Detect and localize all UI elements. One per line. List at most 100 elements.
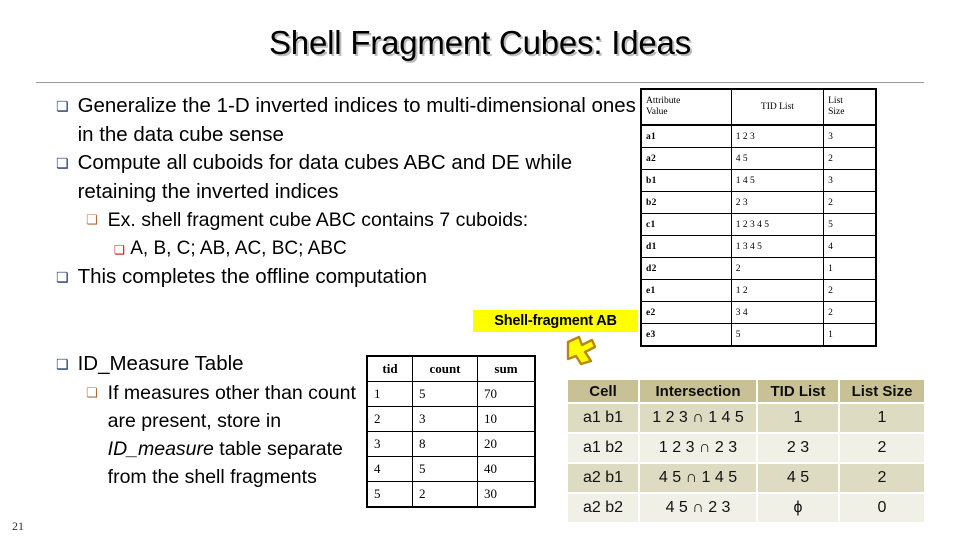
- bullet-marker-icon: ❏: [86, 213, 98, 228]
- id-measure-table: tid count sum 1 5 70 2 3 10 3 8 20 4 5 4…: [366, 355, 536, 508]
- down-arrow-icon: [566, 335, 597, 366]
- table-row: d2 2 1: [640, 257, 877, 280]
- cell-attribute-value: e3: [640, 323, 732, 347]
- page-number: 21: [12, 519, 24, 533]
- cell-tid: 3: [366, 431, 413, 457]
- cell-count: 8: [411, 431, 478, 457]
- bullet-text: If measures other than count are present…: [108, 379, 376, 491]
- cell-list-size: 3: [823, 169, 877, 192]
- cell-sum: 30: [476, 481, 536, 508]
- cell-tid-list: ϕ: [758, 494, 838, 522]
- cell-attribute-value: e1: [640, 279, 732, 302]
- bullet-text: Compute all cuboids for data cubes ABC a…: [77, 151, 573, 203]
- table-header: tid count sum: [366, 355, 536, 382]
- cell-count: 5: [411, 381, 478, 407]
- bullet-item: ❏ If measures other than count are prese…: [36, 379, 376, 491]
- cell-count: 3: [411, 406, 478, 432]
- header-line: Value: [646, 107, 668, 117]
- cell-intersection: 1 2 3 ∩ 2 3: [640, 434, 756, 462]
- table-header-row: tid count sum: [366, 355, 536, 382]
- cell-tid-list: 4 5: [758, 464, 838, 492]
- table-row: e2 3 4 2: [640, 301, 877, 324]
- cell-tid-list: 3 4: [730, 301, 825, 324]
- table-row: a1 b2 1 2 3 ∩ 2 3 2 3 2: [568, 434, 924, 462]
- bullet-text: This completes the offline computation: [77, 265, 428, 288]
- table-row: a2 4 5 2: [640, 147, 877, 170]
- table-header-row: Attribute Value TID List List Size: [640, 88, 877, 126]
- table-header-row: Cell Intersection TID List List Size: [568, 380, 924, 402]
- column-header-count: count: [411, 355, 478, 382]
- cell-tid: 2: [366, 406, 413, 432]
- bullet-text: A, B, C; AB, AC, BC; ABC: [130, 237, 347, 259]
- cell-attribute-value: b2: [640, 191, 732, 214]
- cell-intersection-table: Cell Intersection TID List List Size a1 …: [566, 378, 926, 524]
- bullet-item: ❏ ID_Measure Table: [36, 350, 376, 379]
- bullet-text: ID_Measure Table: [77, 352, 244, 375]
- table-body: 1 5 70 2 3 10 3 8 20 4 5 40 5 2 30: [366, 381, 536, 508]
- cell-count: 2: [411, 481, 478, 508]
- shell-fragment-callout-label: Shell-fragment AB: [473, 310, 638, 332]
- attribute-tid-table: Attribute Value TID List List Size a1 1 …: [640, 88, 877, 347]
- cell-attribute-value: e2: [640, 301, 732, 324]
- table-row: e1 1 2 2: [640, 279, 877, 302]
- cell-tid-list: 1 2 3: [730, 124, 825, 148]
- cell-attribute-value: a2: [640, 147, 732, 170]
- bullet-text-part: If measures other than count are present…: [107, 381, 356, 432]
- table-row: c1 1 2 3 4 5 5: [640, 213, 877, 236]
- slide-canvas: Shell Fragment Cubes: Ideas ❏ Generalize…: [0, 0, 960, 540]
- cell-tid: 4: [366, 456, 413, 482]
- table-row: 3 8 20: [366, 431, 536, 457]
- cell-tid-list: 1 2: [730, 279, 825, 302]
- bullet-marker-icon: ❏: [56, 156, 69, 172]
- cell-list-size: 2: [840, 464, 924, 492]
- bullet-marker-icon: ❏: [56, 99, 69, 115]
- table-body: a1 b1 1 2 3 ∩ 1 4 5 1 1 a1 b2 1 2 3 ∩ 2 …: [568, 404, 924, 522]
- table-header: Cell Intersection TID List List Size: [568, 380, 924, 402]
- cell-list-size: 2: [823, 147, 877, 170]
- cell-attribute-value: b1: [640, 169, 732, 192]
- cell-tid: 5: [366, 481, 413, 508]
- cell-tid-list: 1 2 3 4 5: [730, 213, 825, 236]
- bullet-item: ❏ Compute all cuboids for data cubes ABC…: [36, 149, 636, 206]
- table-row: a2 b1 4 5 ∩ 1 4 5 4 5 2: [568, 464, 924, 492]
- header-line: Attribute: [646, 95, 681, 106]
- cell-intersection: 4 5 ∩ 2 3: [640, 494, 756, 522]
- table-row: b2 2 3 2: [640, 191, 877, 214]
- cell-tid-list: 1: [758, 404, 838, 432]
- cell-list-size: 0: [840, 494, 924, 522]
- column-header-list-size: List Size: [840, 380, 924, 402]
- cell-tid-list: 1 3 4 5: [730, 235, 825, 258]
- cell-tid-list: 2: [730, 257, 825, 280]
- cell-attribute-value: d1: [640, 235, 732, 258]
- table-row: a2 b2 4 5 ∩ 2 3 ϕ 0: [568, 494, 924, 522]
- bullet-item: ❏ Generalize the 1-D inverted indices to…: [36, 92, 636, 149]
- cell-tid-list: 2 3: [758, 434, 838, 462]
- column-header-tid: tid: [366, 355, 413, 382]
- cell-tid-list: 1 4 5: [730, 169, 825, 192]
- cell-sum: 70: [476, 381, 536, 407]
- bullet-marker-icon: ❏: [114, 241, 126, 257]
- bullet-list-lower: ❏ ID_Measure Table ❏ If measures other t…: [36, 350, 376, 491]
- cell-name: a1 b1: [568, 404, 638, 432]
- column-header-list-size: List Size: [823, 88, 877, 126]
- bullet-text-italic: ID_measure: [107, 437, 214, 460]
- table-row: d1 1 3 4 5 4: [640, 235, 877, 258]
- table-row: b1 1 4 5 3: [640, 169, 877, 192]
- cell-name: a2 b2: [568, 494, 638, 522]
- cell-list-size: 1: [840, 404, 924, 432]
- cell-list-size: 1: [823, 323, 877, 347]
- table-row: a1 1 2 3 3: [640, 124, 877, 148]
- table-row: 2 3 10: [366, 406, 536, 432]
- cell-sum: 20: [476, 431, 536, 457]
- cell-list-size: 5: [823, 213, 877, 236]
- bullet-text: Ex. shell fragment cube ABC contains 7 c…: [107, 209, 529, 231]
- cell-intersection: 1 2 3 ∩ 1 4 5: [640, 404, 756, 432]
- cell-attribute-value: a1: [640, 124, 732, 148]
- cell-list-size: 2: [840, 434, 924, 462]
- cell-list-size: 4: [823, 235, 877, 258]
- column-header-attribute-value: Attribute Value: [640, 88, 732, 126]
- bullet-marker-icon: ❏: [56, 357, 69, 373]
- bullet-marker-icon: ❏: [86, 385, 98, 401]
- column-header-cell: Cell: [568, 380, 638, 402]
- column-header-intersection: Intersection: [640, 380, 756, 402]
